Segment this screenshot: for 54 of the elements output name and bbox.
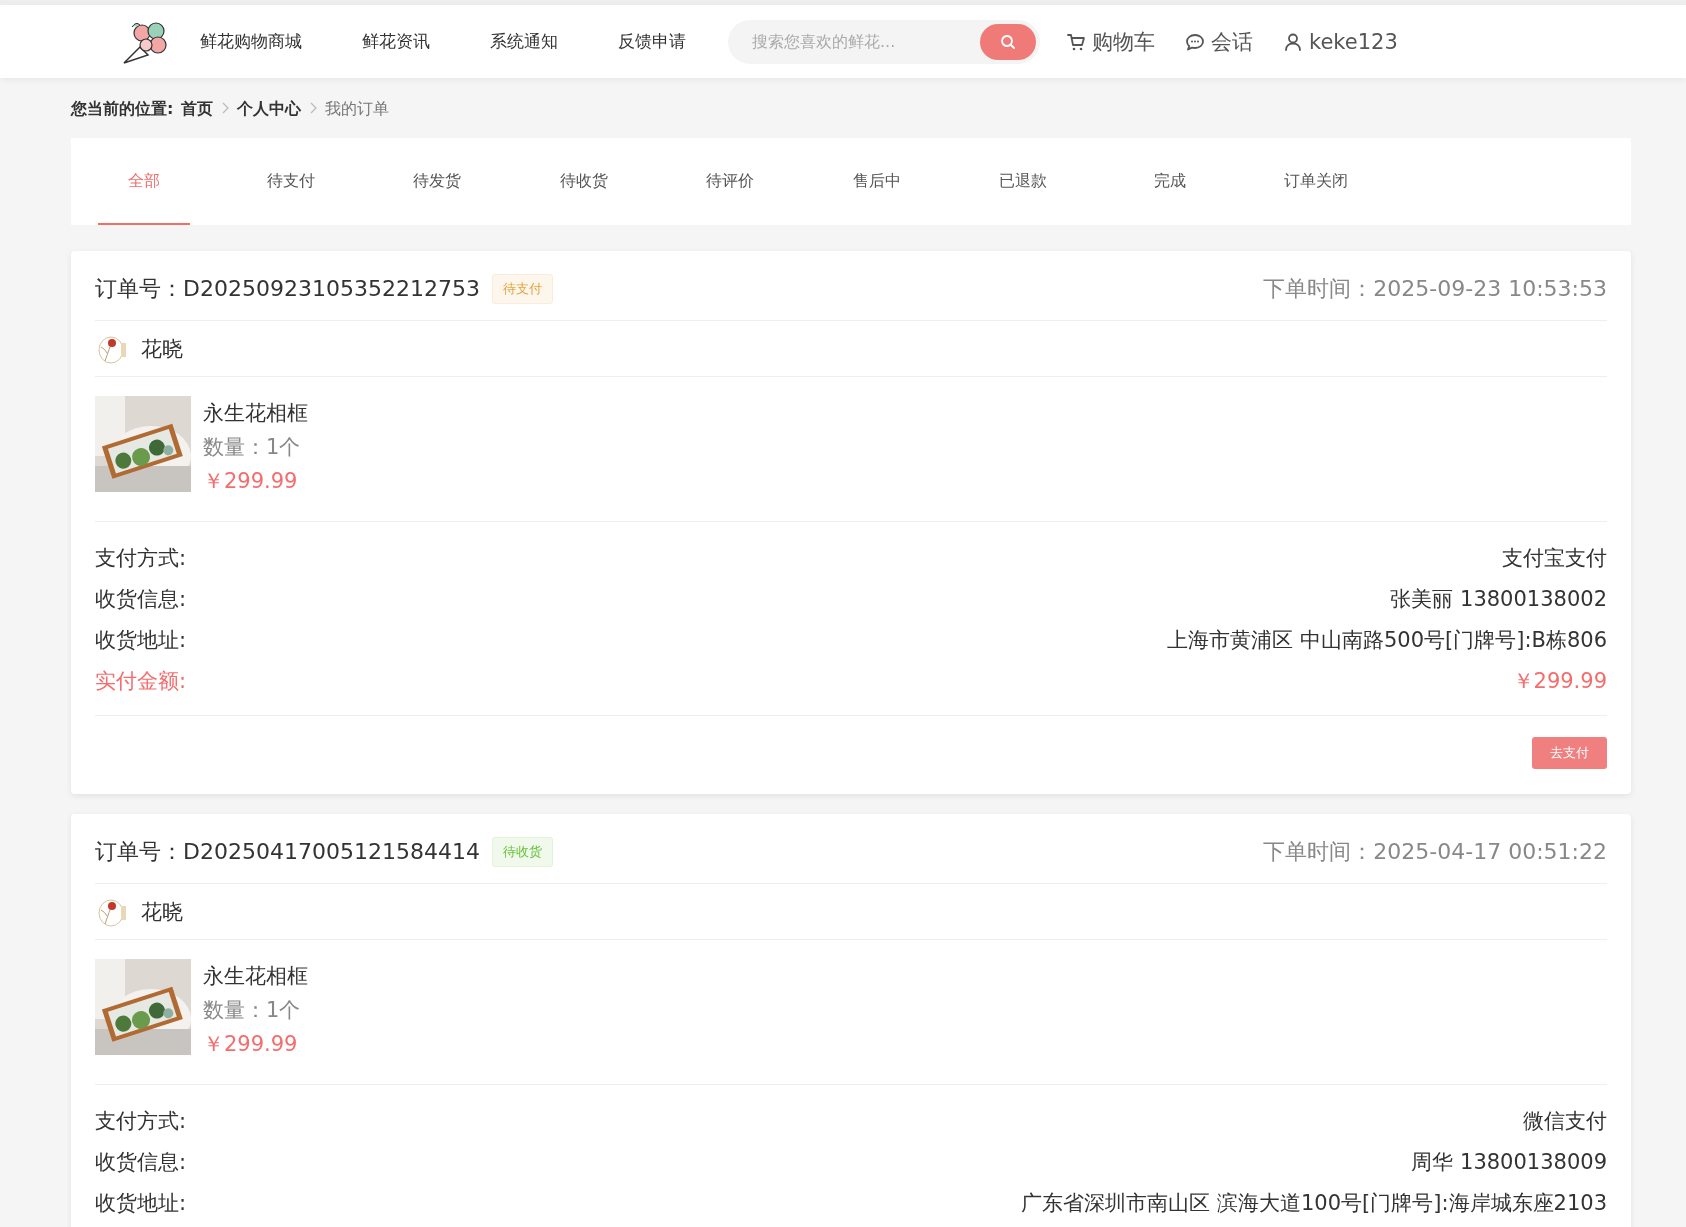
order-tab[interactable]: 售后中 [830, 138, 923, 225]
info-label: 收货信息: [95, 1148, 187, 1176]
breadcrumb-link[interactable]: 我的订单 [325, 98, 390, 120]
search-field[interactable]: 搜索您喜欢的鲜花... [750, 31, 980, 52]
product-price: ￥299.99 [203, 468, 299, 495]
info-value: 上海市黄浦区 中山南路500号[门牌号]:B栋806 [1167, 626, 1607, 654]
search-button[interactable] [980, 23, 1036, 60]
status-badge: 待支付 [491, 273, 553, 304]
product-price: ￥299.99 [203, 1031, 299, 1058]
breadcrumb-link[interactable]: 个人中心 [237, 98, 302, 120]
info-value: 周华 13800138009 [1411, 1148, 1607, 1176]
info-value: ￥299.99 [1512, 667, 1607, 695]
status-badge: 待收货 [491, 836, 553, 867]
product-name: 永生花相框 [203, 400, 308, 427]
product-name: 永生花相框 [203, 963, 308, 990]
order-tab[interactable]: 待评价 [684, 138, 777, 225]
order-tab[interactable]: 已退款 [977, 138, 1070, 225]
info-label: 支付方式: [95, 1107, 187, 1135]
info-value: 支付宝支付 [1502, 544, 1607, 572]
order-time: 下单时间：2025-04-17 00:51:22 [1263, 837, 1607, 866]
info-label: 实付金额: [95, 667, 187, 695]
nav-link[interactable]: 鲜花购物商城 [200, 30, 302, 53]
order-tab[interactable]: 待支付 [244, 138, 337, 225]
order-time: 下单时间：2025-09-23 10:53:53 [1263, 274, 1607, 303]
order-number: 订单号：D20250923105352212753 [95, 274, 480, 303]
shop-name: 花晓 [141, 898, 183, 926]
user-link[interactable]: keke123 [1283, 29, 1398, 54]
info-value: 张美丽 13800138002 [1390, 585, 1607, 613]
product-quantity: 数量：1个 [203, 434, 302, 461]
shop-name: 花晓 [141, 335, 183, 363]
user-icon [1283, 31, 1303, 52]
nav-link[interactable]: 反馈申请 [618, 30, 686, 53]
order-number: 订单号：D20250417005121584414 [95, 837, 480, 866]
info-label: 收货信息: [95, 585, 187, 613]
chat-icon [1185, 31, 1205, 52]
info-label: 支付方式: [95, 544, 187, 572]
cart-icon [1066, 31, 1086, 52]
info-value: 广东省深圳市南山区 滨海大道100号[门牌号]:海岸城东座2103 [1021, 1189, 1607, 1217]
product-quantity: 数量：1个 [203, 997, 302, 1024]
nav-link[interactable]: 鲜花资讯 [362, 30, 430, 53]
breadcrumb-label: 您当前的位置: [71, 98, 174, 120]
order-tab[interactable]: 待发货 [391, 138, 484, 225]
breadcrumb-link[interactable]: 首页 [181, 98, 214, 120]
info-label: 收货地址: [95, 626, 187, 654]
search-bar[interactable]: 搜索您喜欢的鲜花... [728, 19, 1040, 64]
nav-link[interactable]: 系统通知 [490, 30, 558, 53]
search-icon [1000, 33, 1016, 50]
order-tab[interactable]: 待收货 [537, 138, 630, 225]
cart-link[interactable]: 购物车 [1066, 27, 1155, 56]
info-value: 微信支付 [1523, 1107, 1607, 1135]
info-label: 收货地址: [95, 1189, 187, 1217]
order-tab[interactable]: 订单关闭 [1270, 138, 1363, 225]
chat-link[interactable]: 会话 [1185, 27, 1253, 56]
order-tab[interactable]: 完成 [1123, 138, 1216, 225]
